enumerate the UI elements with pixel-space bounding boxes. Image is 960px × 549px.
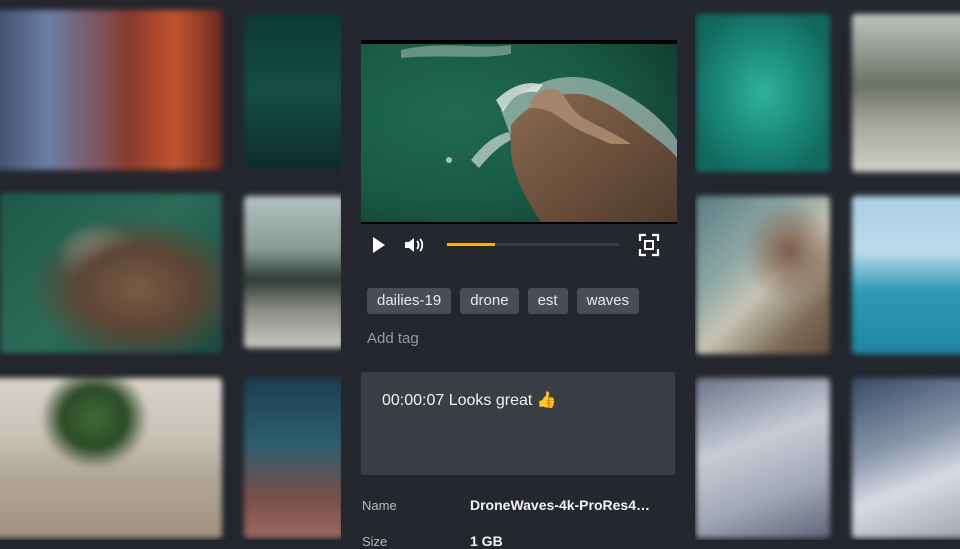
tag-list: dailies-19 drone est waves	[367, 288, 640, 314]
volume-icon[interactable]	[403, 232, 427, 258]
tag-chip[interactable]: waves	[576, 288, 640, 314]
video-frame	[361, 44, 677, 222]
tag-chip[interactable]: drone	[460, 288, 519, 314]
meta-label-name: Name	[362, 498, 397, 513]
video-player[interactable]	[361, 40, 677, 224]
thumbnail-waves[interactable]	[852, 378, 960, 538]
tag-chip[interactable]: est	[527, 288, 568, 314]
tag-chip[interactable]: dailies-19	[367, 288, 452, 314]
meta-label-size: Size	[362, 534, 388, 549]
thumbnail-ocean[interactable]	[852, 196, 960, 354]
meta-value-name: DroneWaves-4k-ProRes4…	[470, 497, 650, 513]
thumbnail-surf[interactable]	[696, 378, 830, 538]
player-controls	[361, 228, 677, 262]
fullscreen-icon[interactable]	[637, 232, 661, 258]
meta-value-size: 1 GB	[470, 533, 503, 549]
thumbnail-reef[interactable]	[244, 378, 344, 538]
play-icon[interactable]	[371, 232, 387, 258]
clip-detail-panel: dailies-19 drone est waves 00:00:07 Look…	[341, 0, 695, 549]
thumbnail-waterfall[interactable]	[0, 10, 222, 170]
thumbnail-beach[interactable]	[0, 378, 222, 538]
comment-text: 00:00:07 Looks great 👍	[382, 392, 557, 409]
thumbnail-drone-rocks-selected[interactable]	[0, 193, 222, 353]
thumbnail-lagoon[interactable]	[696, 14, 830, 172]
thumbnail-rocky-shore[interactable]	[696, 196, 830, 354]
thumbnail-dark-water[interactable]	[244, 14, 344, 170]
progress-fill	[447, 243, 496, 246]
add-tag-input[interactable]	[367, 330, 567, 347]
progress-bar[interactable]	[447, 243, 619, 246]
thumbnail-coast[interactable]	[244, 196, 344, 348]
thumbnail-shore[interactable]	[852, 14, 960, 172]
comment-box[interactable]: 00:00:07 Looks great 👍	[361, 372, 675, 475]
